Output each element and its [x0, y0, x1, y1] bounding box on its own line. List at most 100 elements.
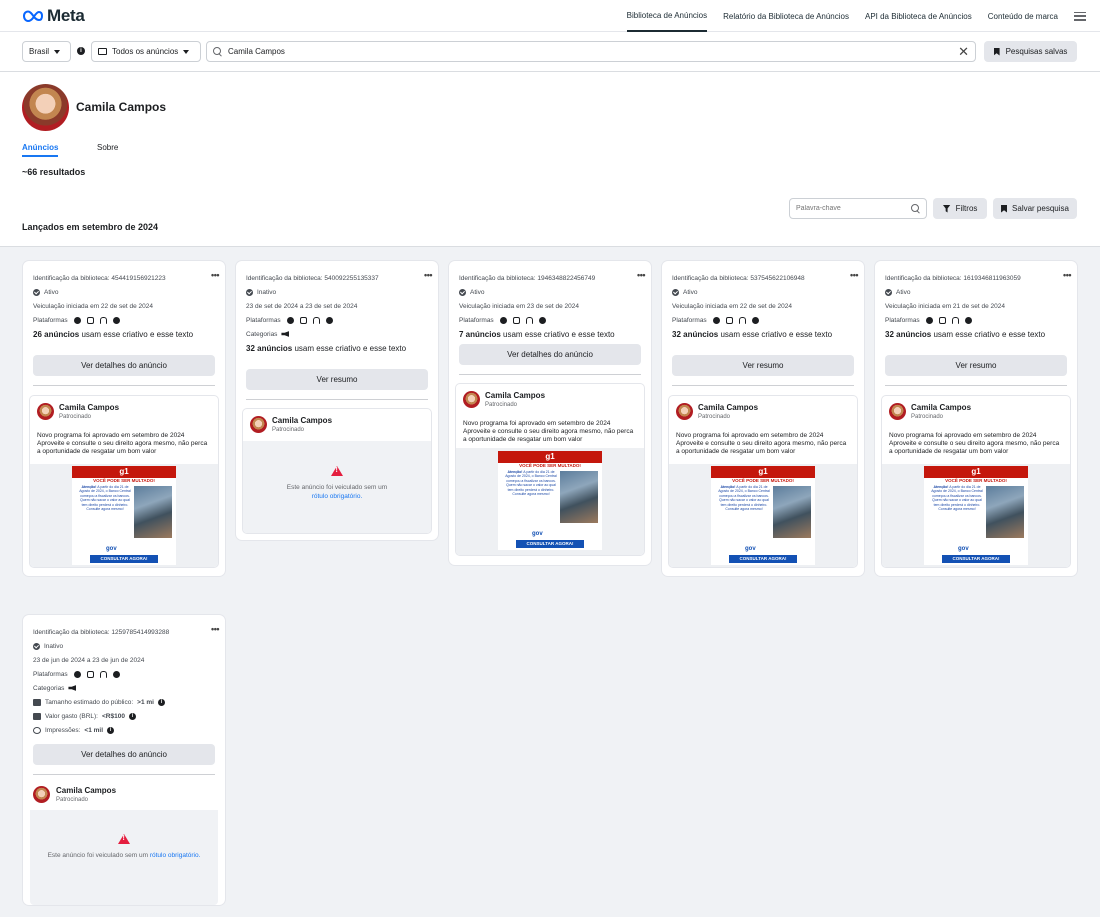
missing-text: Este anúncio foi veiculado sem um: [47, 852, 149, 859]
facebook-icon: [286, 316, 294, 324]
platforms-label: Plataformas: [33, 670, 68, 678]
messenger-icon: [112, 316, 120, 324]
nav-branded-content[interactable]: Conteúdo de marca: [988, 0, 1058, 32]
advertiser-name[interactable]: Camila Campos: [698, 403, 758, 412]
library-id: Identificação da biblioteca: 19463488224…: [459, 274, 596, 282]
creative-cta: CONSULTAR AGORA!: [90, 555, 158, 563]
search-icon: [213, 47, 222, 56]
advertiser-avatar[interactable]: [37, 403, 54, 420]
advertiser-avatar[interactable]: [889, 403, 906, 420]
more-options-icon[interactable]: •••: [637, 270, 645, 280]
creative-attention: Atenção!: [720, 485, 736, 489]
instagram-icon: [725, 316, 733, 324]
facebook-icon: [73, 316, 81, 324]
categories-label: Categorias: [246, 330, 278, 338]
more-options-icon[interactable]: •••: [424, 270, 432, 280]
logo-text: Meta: [47, 6, 85, 25]
summary-button[interactable]: Ver resumo: [672, 355, 854, 376]
advertiser-name[interactable]: Camila Campos: [272, 416, 332, 425]
creative-photo: [560, 471, 598, 523]
advertiser-avatar[interactable]: [676, 403, 693, 420]
required-label-link[interactable]: rótulo obrigatório.: [312, 493, 363, 500]
advertiser-avatar[interactable]: [250, 416, 267, 433]
ads-count: 7 anúncios: [459, 330, 501, 339]
ads-count: 32 anúncios: [885, 330, 932, 339]
ad-card: Identificação da biblioteca: 12597854149…: [23, 615, 225, 905]
status-icon: [33, 642, 40, 650]
messenger-icon: [751, 316, 759, 324]
menu-icon[interactable]: [1074, 11, 1086, 21]
info-icon[interactable]: i: [128, 712, 136, 720]
creative-body: A partir do dia 21 de Agosto de 2024, o …: [79, 485, 131, 512]
advertiser-name[interactable]: Camila Campos: [485, 391, 545, 400]
search-icon[interactable]: [911, 204, 920, 213]
missing-text: Este anúncio foi veiculado sem um: [286, 484, 388, 491]
creative-cta: CONSULTAR AGORA!: [729, 555, 797, 563]
ad-details-button[interactable]: Ver detalhes do anúncio: [459, 344, 641, 365]
ad-type-dropdown[interactable]: Todos os anúncios: [91, 41, 201, 62]
info-icon[interactable]: i: [107, 726, 115, 734]
screen-icon: [98, 48, 107, 55]
tab-about[interactable]: Sobre: [97, 143, 118, 155]
money-icon: [33, 712, 41, 720]
advertiser-name[interactable]: Camila Campos: [911, 403, 971, 412]
saved-searches-button[interactable]: Pesquisas salvas: [984, 41, 1077, 62]
ad-creative[interactable]: g1 VOCÊ PODE SER MULTADO! Atenção! A par…: [882, 464, 1070, 567]
meta-logo[interactable]: Meta: [22, 6, 85, 25]
instagram-icon: [938, 316, 946, 324]
creative-body: A partir do dia 21 de Agosto de 2024, o …: [931, 485, 983, 512]
save-search-button[interactable]: Salvar pesquisa: [993, 198, 1077, 219]
spend-value: <R$100: [101, 712, 125, 720]
sponsored-label: Patrocinado: [698, 414, 731, 420]
info-icon[interactable]: i: [77, 47, 85, 55]
library-id: Identificação da biblioteca: 45441915692…: [33, 274, 166, 282]
caret-down-icon: [54, 49, 61, 54]
creative-logo: gov: [106, 546, 117, 552]
info-icon[interactable]: i: [157, 698, 165, 706]
advertiser-avatar[interactable]: [463, 391, 480, 408]
ad-details-button[interactable]: Ver detalhes do anúncio: [33, 355, 215, 376]
clear-icon[interactable]: ✕: [958, 45, 969, 58]
run-dates: 23 de jun de 2024 a 23 de jun de 2024: [33, 656, 145, 664]
library-id: Identificação da biblioteca: 53754562210…: [672, 274, 805, 282]
keyword-input[interactable]: [796, 205, 911, 212]
divider: [885, 385, 1067, 386]
nav-ad-library-report[interactable]: Relatório da Biblioteca de Anúncios: [723, 0, 849, 32]
more-options-icon[interactable]: •••: [211, 624, 219, 634]
search-input[interactable]: [228, 47, 953, 56]
more-options-icon[interactable]: •••: [1063, 270, 1071, 280]
facebook-icon: [73, 670, 81, 678]
summary-button[interactable]: Ver resumo: [885, 355, 1067, 376]
divider: [246, 399, 428, 400]
advertiser-avatar[interactable]: [22, 84, 69, 131]
country-dropdown[interactable]: Brasil: [22, 41, 71, 62]
creative-image: g1 VOCÊ PODE SER MULTADO! Atenção! A par…: [72, 466, 176, 565]
advertiser-name[interactable]: Camila Campos: [56, 786, 116, 795]
uses-text: usam esse criativo e esse texto: [500, 330, 615, 339]
required-label-link[interactable]: rótulo obrigatório.: [150, 852, 201, 859]
creative-brand: g1: [924, 466, 1028, 478]
ad-details-button[interactable]: Ver detalhes do anúncio: [33, 744, 215, 765]
platforms-label: Plataformas: [885, 316, 920, 324]
creative-body: A partir do dia 21 de Agosto de 2024, o …: [505, 470, 557, 497]
library-id: Identificação da biblioteca: 12597854149…: [33, 628, 170, 636]
platforms-label: Plataformas: [33, 316, 68, 324]
summary-button[interactable]: Ver resumo: [246, 369, 428, 390]
ads-count: 32 anúncios: [672, 330, 719, 339]
creative-photo: [773, 486, 811, 538]
platforms-label: Plataformas: [246, 316, 281, 324]
nav-ad-library-api[interactable]: API da Biblioteca de Anúncios: [865, 0, 972, 32]
status-text: Ativo: [896, 288, 911, 296]
ad-creative[interactable]: g1 VOCÊ PODE SER MULTADO! Atenção! A par…: [669, 464, 857, 567]
more-options-icon[interactable]: •••: [850, 270, 858, 280]
filters-button[interactable]: Filtros: [933, 198, 987, 219]
sponsored-label: Patrocinado: [485, 402, 518, 408]
ad-creative[interactable]: g1 VOCÊ PODE SER MULTADO! Atenção! A par…: [456, 448, 644, 555]
advertiser-name[interactable]: Camila Campos: [59, 403, 119, 412]
uses-text: usam esse criativo e esse texto: [718, 330, 833, 339]
tab-ads[interactable]: Anúncios: [22, 143, 59, 157]
more-options-icon[interactable]: •••: [211, 270, 219, 280]
advertiser-avatar[interactable]: [33, 786, 50, 803]
nav-ad-library[interactable]: Biblioteca de Anúncios: [626, 0, 708, 32]
ad-creative[interactable]: g1 VOCÊ PODE SER MULTADO! Atenção! A par…: [30, 464, 218, 567]
